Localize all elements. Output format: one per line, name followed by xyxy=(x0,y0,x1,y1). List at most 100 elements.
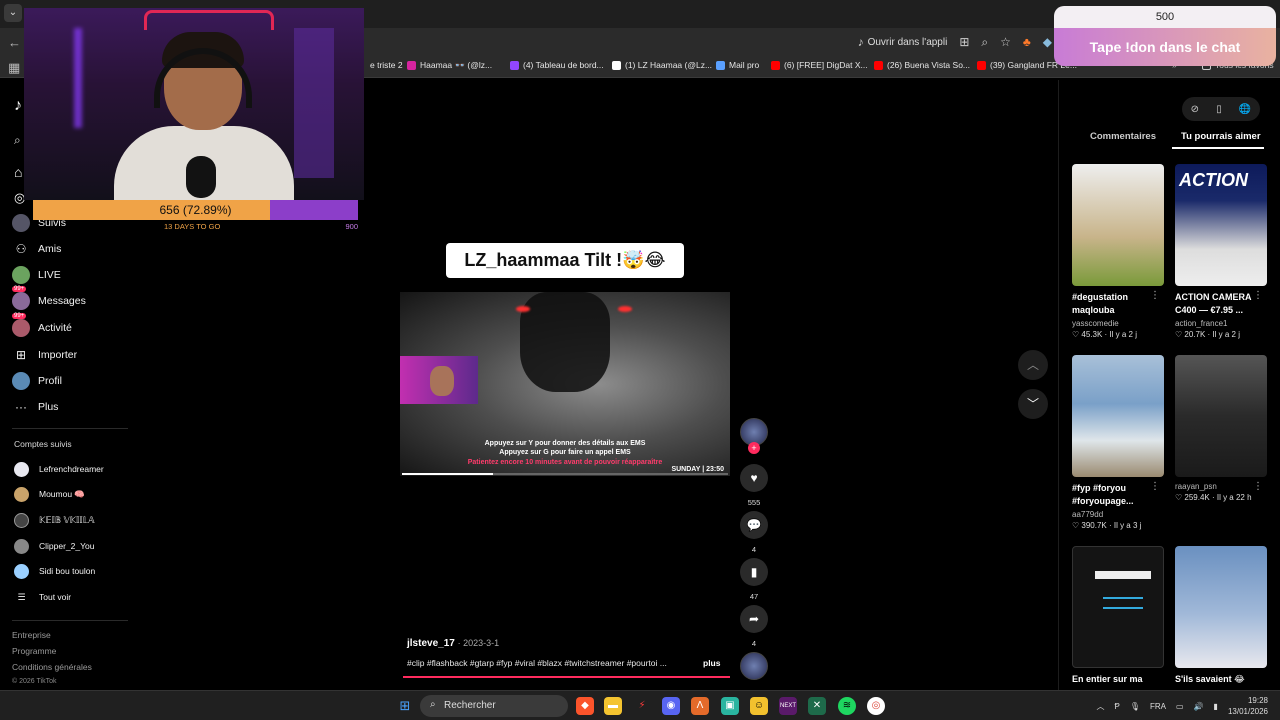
chevron-down-icon[interactable]: ﹀ xyxy=(1018,389,1048,419)
apps-grid-icon[interactable]: ▦ xyxy=(8,60,20,76)
more-options-icon[interactable]: ⋮ xyxy=(1253,290,1263,301)
sidebar-item-messages[interactable]: 99+ Messages xyxy=(12,286,86,312)
post-author[interactable]: jlsteve_17 · 2023-3-1 xyxy=(407,638,499,649)
app-icon[interactable]: ⚡ xyxy=(633,697,651,715)
recommended-video-card[interactable]: #fyp #foryou #foryoupage... ⋮ aa779dd ♡ … xyxy=(1072,355,1164,530)
volume-icon[interactable]: 🔊 xyxy=(1194,702,1204,711)
recommended-video-card[interactable]: ⋮ raayan_psn ♡ 259.4K · Il y a 22 h xyxy=(1175,355,1267,502)
extension-icon[interactable]: ♣ xyxy=(1023,35,1031,49)
more-options-icon[interactable]: ⋮ xyxy=(1253,481,1263,492)
sidebar-item-friends[interactable]: ⚇ Amis xyxy=(12,238,62,260)
extensions-badge-icon[interactable]: ◆ xyxy=(1043,35,1052,49)
followed-account[interactable]: 𝕂𝔼𝕀𝔹 𝕍𝕂𝕀𝕀𝕃𝔸 xyxy=(14,511,95,529)
clock[interactable]: 19:28 13/01/2026 xyxy=(1228,695,1268,717)
search-icon[interactable]: ⌕ xyxy=(14,133,21,148)
app-icon[interactable]: ☺ xyxy=(750,697,768,715)
heart-icon[interactable]: ♥ xyxy=(740,464,768,492)
bookmark-item[interactable]: (26) Buena Vista So... xyxy=(874,60,970,70)
translate-icon[interactable]: ⊞ xyxy=(959,35,969,49)
bookmark-icon[interactable]: ▮ xyxy=(740,558,768,586)
chevron-up-icon[interactable]: ︿ xyxy=(1018,350,1048,380)
more-options-icon[interactable]: ⋮ xyxy=(1150,481,1160,492)
phone-icon[interactable]: ▯ xyxy=(1216,104,1222,115)
compass-icon[interactable]: ⊘ xyxy=(1191,104,1199,115)
taskbar-search[interactable]: Rechercher xyxy=(420,695,568,717)
app-icon[interactable]: ▣ xyxy=(721,697,739,715)
followed-account[interactable]: Moumou 🧠 xyxy=(14,485,85,503)
microphone-icon[interactable]: 🎙 xyxy=(1130,702,1140,711)
brave-icon[interactable]: ◆ xyxy=(576,697,594,715)
bookmark-item[interactable]: Haamaa 👓 (@lz... xyxy=(407,60,492,71)
video-thumbnail[interactable] xyxy=(1175,355,1267,477)
bookmark-item[interactable]: Mail pro xyxy=(716,60,759,70)
notification-badge: 99+ xyxy=(12,313,27,319)
chevron-down-icon[interactable]: ⌄ xyxy=(4,4,22,22)
card-author[interactable]: aa779dd xyxy=(1072,510,1164,519)
divider xyxy=(1058,80,1059,690)
star-icon[interactable]: ☆ xyxy=(1000,35,1011,49)
footer-link-terms[interactable]: Conditions générales xyxy=(12,662,92,672)
sidebar-item-live[interactable]: LIVE xyxy=(12,264,61,286)
spotify-icon[interactable]: ≋ xyxy=(838,697,856,715)
video-thumbnail[interactable] xyxy=(1072,546,1164,668)
recommended-video-card[interactable]: En entier sur ma xyxy=(1072,546,1164,686)
card-author[interactable]: yasscomedie xyxy=(1072,319,1164,328)
app-tray-icon[interactable]: Ᵽ xyxy=(1115,702,1120,711)
sidebar-item-activity[interactable]: 99+ Activité xyxy=(12,313,72,339)
video-thumbnail[interactable] xyxy=(1072,355,1164,477)
network-icon[interactable]: ▭ xyxy=(1176,702,1184,711)
video-scrubber-fill xyxy=(402,473,494,475)
file-explorer-icon[interactable]: ▬ xyxy=(604,697,622,715)
video-thumbnail[interactable] xyxy=(1072,164,1164,286)
divider xyxy=(12,620,128,621)
bookmark-item[interactable]: e triste 2 xyxy=(370,60,403,70)
battery-icon[interactable]: ▮ xyxy=(1214,702,1218,711)
tab-comments[interactable]: Commentaires xyxy=(1090,131,1156,142)
card-author[interactable]: action_france1 xyxy=(1175,319,1267,328)
next-app-icon[interactable]: NEXT xyxy=(779,697,797,715)
bookmark-item[interactable]: (6) [FREE] DigDat X... xyxy=(771,60,868,70)
footer-link-program[interactable]: Programme xyxy=(12,646,56,656)
sidebar-item-upload[interactable]: ⊞ Importer xyxy=(12,344,77,366)
globe-icon[interactable]: 🌐 xyxy=(1239,104,1251,115)
footer-link-company[interactable]: Entreprise xyxy=(12,630,51,640)
comment-icon[interactable]: 💬 xyxy=(740,511,768,539)
video-thumbnail[interactable]: ACTION xyxy=(1175,164,1267,286)
followed-account[interactable]: Clipper_2_You xyxy=(14,537,94,555)
see-all-link[interactable]: ☰ Tout voir xyxy=(14,588,71,606)
tiktok-logo-icon[interactable]: ♪ xyxy=(14,97,22,115)
more-button[interactable]: plus xyxy=(703,658,720,668)
share-icon[interactable]: ➦ xyxy=(740,605,768,633)
app-icon[interactable]: ✕ xyxy=(808,697,826,715)
chrome-icon[interactable]: ◎ xyxy=(867,697,885,715)
followed-account[interactable]: Lefrenchdreamer xyxy=(14,460,104,478)
avatar xyxy=(14,512,29,528)
recommended-video-card[interactable]: #degustation maqlouba ⋮ yasscomedie ♡ 45… xyxy=(1072,164,1164,339)
chevron-up-icon[interactable]: ︿ xyxy=(1097,701,1105,712)
sidebar-item-profile[interactable]: Profil xyxy=(12,370,62,392)
post-hashtags[interactable]: #clip #flashback #gtarp #fyp #viral #bla… xyxy=(407,658,667,668)
followed-account[interactable]: Sidi bou toulon xyxy=(14,562,95,580)
video-player[interactable]: Appuyez sur Y pour donner des détails au… xyxy=(400,292,730,476)
comment-count: 4 xyxy=(751,545,757,554)
back-arrow-icon[interactable]: ← xyxy=(8,35,21,50)
recommended-video-card[interactable]: S'ils savaient 😂 xyxy=(1175,546,1267,686)
author-name[interactable]: jlsteve_17 xyxy=(407,638,455,649)
more-options-icon[interactable]: ⋮ xyxy=(1150,290,1160,301)
follow-plus-icon[interactable]: + xyxy=(748,442,760,454)
home-icon[interactable]: ⌂ xyxy=(14,164,22,180)
bookmark-item[interactable]: (1) LZ Haamaa (@Lz... xyxy=(612,60,712,70)
discord-icon[interactable]: ◉ xyxy=(662,697,680,715)
video-thumbnail[interactable] xyxy=(1175,546,1267,668)
video-scrubber[interactable] xyxy=(402,473,728,475)
app-icon[interactable]: Λ xyxy=(691,697,709,715)
language-indicator[interactable]: FRA xyxy=(1150,702,1166,711)
zoom-icon[interactable]: ⌕ xyxy=(981,35,988,50)
open-in-app-button[interactable]: ♪ Ouvrir dans l'appli xyxy=(858,35,948,49)
recommended-video-card[interactable]: ACTION ACTION CAMERA C400 — €7.95 ... ⋮ … xyxy=(1175,164,1267,339)
tab-recommended[interactable]: Tu pourrais aimer xyxy=(1181,131,1261,142)
music-disc-icon[interactable] xyxy=(740,652,768,680)
windows-start-icon[interactable]: ⊞ xyxy=(396,697,414,715)
bookmark-item[interactable]: (4) Tableau de bord... xyxy=(510,60,604,70)
sidebar-item-more[interactable]: ··· Plus xyxy=(12,396,58,418)
